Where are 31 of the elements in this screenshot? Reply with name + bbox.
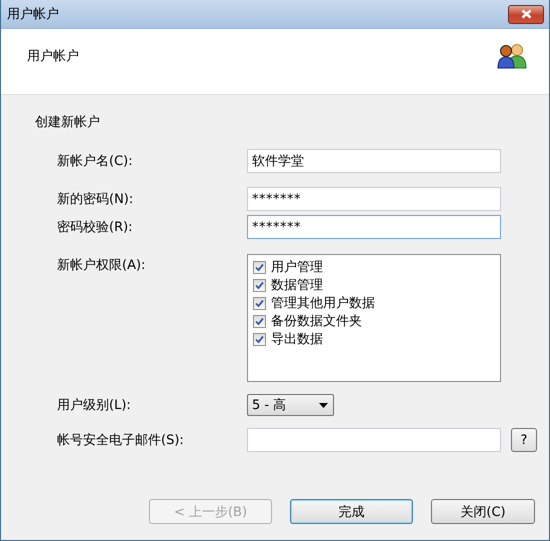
password-field[interactable]: ******* <box>247 187 501 211</box>
password-field[interactable]: ******* <box>247 215 501 239</box>
checkbox-label: 导出数据 <box>271 331 323 348</box>
checkbox-label: 用户管理 <box>271 259 323 276</box>
checkbox[interactable] <box>253 278 266 292</box>
close-button[interactable] <box>508 4 544 24</box>
caret-icon <box>319 402 328 408</box>
level-dropdown[interactable]: 5 - 高 <box>247 394 334 416</box>
field-label: 帐号安全电子邮件(S): <box>57 432 185 449</box>
dialog-button[interactable]: 完成 <box>290 499 413 524</box>
field-label: 新帐户权限(A): <box>57 257 146 274</box>
window-title: 用户帐户 <box>7 6 59 23</box>
checkbox-label: 管理其他用户数据 <box>271 295 375 312</box>
dialog-button[interactable]: 关闭(C) <box>431 499 535 524</box>
email-field[interactable] <box>247 428 501 452</box>
checkbox[interactable] <box>253 314 266 328</box>
section-title: 创建新帐户 <box>35 114 100 131</box>
field-label: 密码校验(R): <box>57 219 134 236</box>
checkbox-label: 备份数据文件夹 <box>271 313 362 330</box>
users-icon <box>497 42 527 68</box>
field-label: 用户级别(L): <box>57 397 132 414</box>
checkbox-label: 数据管理 <box>271 277 323 294</box>
checkbox[interactable] <box>253 260 266 274</box>
help-button[interactable]: ? <box>511 428 537 452</box>
checkbox[interactable] <box>253 296 266 310</box>
field-label: 新的密码(N): <box>57 191 134 208</box>
close-icon <box>520 9 532 19</box>
input-field[interactable]: 软件学堂 <box>247 149 501 173</box>
header-title: 用户帐户 <box>27 48 79 64</box>
field-label: 新帐户名(C): <box>57 153 134 170</box>
checkbox[interactable] <box>253 332 266 346</box>
